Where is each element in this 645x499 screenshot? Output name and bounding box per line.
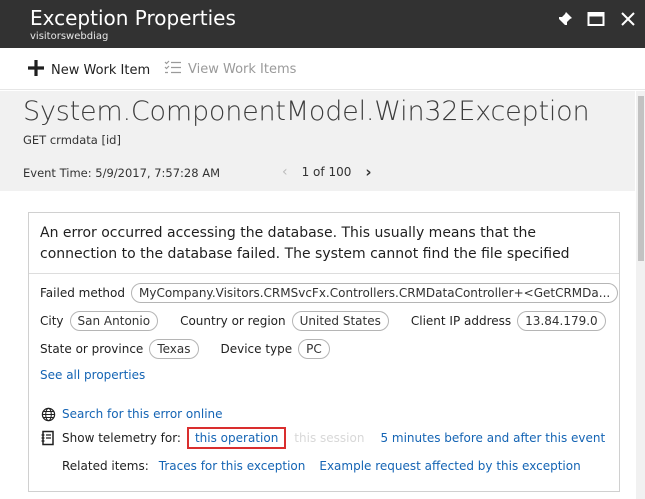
- exception-card: An error occurred accessing the database…: [28, 212, 620, 492]
- location-row: City San Antonio Country or region Unite…: [40, 311, 606, 331]
- example-request-link[interactable]: Example request affected by this excepti…: [319, 459, 580, 473]
- device-type-label: Device type: [220, 342, 293, 356]
- globe-icon: [40, 406, 56, 422]
- state-label: State or province: [40, 342, 144, 356]
- pin-icon[interactable]: [554, 8, 576, 30]
- chevron-right-icon[interactable]: ›: [365, 163, 371, 181]
- city-label: City: [40, 314, 64, 328]
- related-items-label: Related items:: [62, 459, 149, 473]
- view-work-items-button[interactable]: View Work Items: [164, 59, 296, 79]
- traces-link[interactable]: Traces for this exception: [159, 459, 306, 473]
- request-name: GET crmdata [id]: [23, 133, 121, 147]
- new-work-item-label: New Work Item: [51, 62, 151, 78]
- error-message: An error occurred accessing the database…: [40, 225, 570, 262]
- blade-subtitle: visitorswebdiag: [30, 31, 109, 42]
- country-label: Country or region: [180, 314, 286, 328]
- see-all-row: See all properties: [40, 368, 145, 382]
- view-work-items-label: View Work Items: [188, 61, 297, 77]
- blade-title-bar: Exception Properties visitorswebdiag: [0, 0, 645, 48]
- client-ip-label: Client IP address: [410, 314, 512, 328]
- card-divider: [29, 273, 619, 274]
- city-pill[interactable]: San Antonio: [69, 311, 159, 331]
- event-time: Event Time: 5/9/2017, 7:57:28 AM: [23, 166, 221, 180]
- list-check-icon: [164, 59, 182, 79]
- this-session-link[interactable]: this session: [294, 431, 364, 445]
- command-bar: New Work Item View Work Items: [0, 48, 645, 90]
- country-pill[interactable]: United States: [291, 311, 389, 331]
- new-work-item-button[interactable]: New Work Item: [27, 59, 150, 81]
- exception-header: System.ComponentModel.Win32Exception GET…: [0, 91, 635, 191]
- failed-method-pill[interactable]: MyCompany.Visitors.CRMSvcFx.Controllers.…: [130, 283, 619, 303]
- plus-icon: [27, 59, 45, 81]
- blade-title: Exception Properties: [30, 6, 236, 30]
- related-items-row: Related items: Traces for this exception…: [62, 459, 581, 473]
- scrollbar-thumb[interactable]: [638, 96, 644, 261]
- failed-method-label: Failed method: [40, 286, 125, 300]
- device-type-pill[interactable]: PC: [298, 339, 330, 359]
- search-online-row: Search for this error online: [40, 406, 223, 422]
- state-pill[interactable]: Texas: [149, 339, 199, 359]
- search-error-online-link[interactable]: Search for this error online: [62, 407, 223, 421]
- maximize-icon[interactable]: [585, 8, 607, 30]
- see-all-properties-link[interactable]: See all properties: [40, 368, 145, 382]
- pager-count: 1 of 100: [301, 165, 352, 179]
- failed-method-row: Failed method MyCompany.Visitors.CRMSvcF…: [40, 283, 619, 303]
- state-device-row: State or province Texas Device type PC: [40, 339, 330, 359]
- close-icon[interactable]: [617, 8, 639, 30]
- document-icon: [40, 430, 56, 446]
- five-minutes-link[interactable]: 5 minutes before and after this event: [380, 431, 605, 445]
- chevron-left-icon[interactable]: ‹: [282, 164, 288, 180]
- client-ip-pill[interactable]: 13.84.179.0: [517, 311, 606, 331]
- exception-type-title: System.ComponentModel.Win32Exception: [23, 96, 590, 127]
- show-telemetry-row: Show telemetry for: this operation this …: [40, 427, 605, 449]
- event-pager: ‹ 1 of 100 ›: [282, 163, 372, 181]
- show-telemetry-label: Show telemetry for:: [62, 431, 181, 445]
- this-operation-link[interactable]: this operation: [186, 427, 287, 449]
